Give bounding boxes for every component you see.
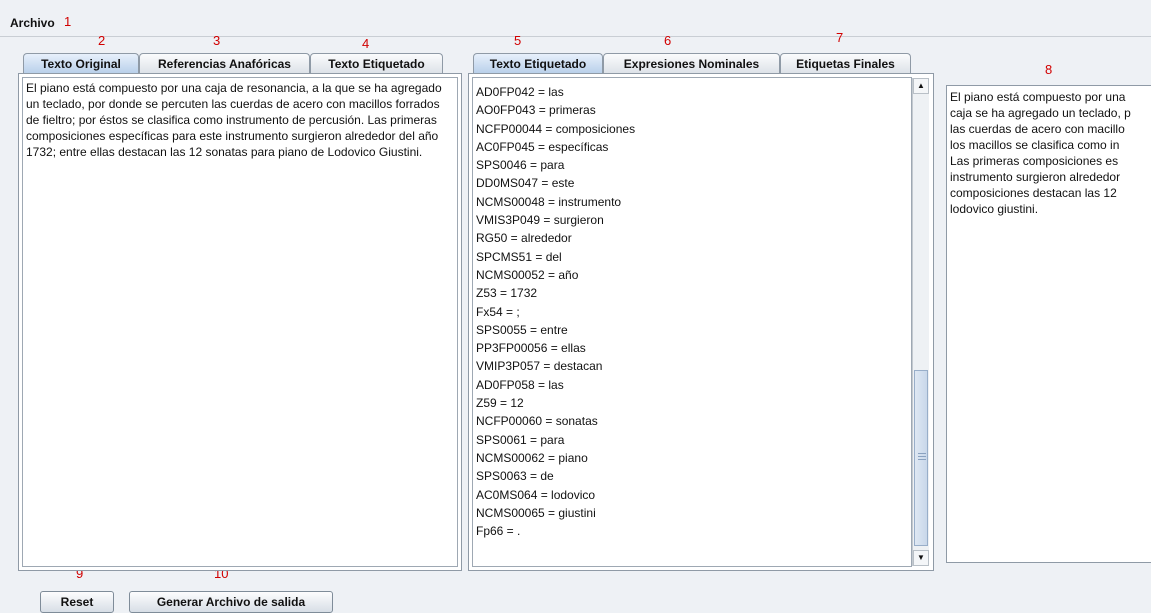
tagged-line: AC0MS064 = lodovico <box>476 487 596 502</box>
tagged-line: NCMS00062 = piano <box>476 450 588 465</box>
tagged-line: AO0FP043 = primeras <box>476 103 596 118</box>
marker-7: 7 <box>836 30 844 45</box>
reset-button[interactable]: Reset <box>40 591 114 613</box>
grip-icon <box>918 453 926 462</box>
tagged-line: Fp66 = . <box>476 524 521 539</box>
marker-2: 2 <box>98 33 106 48</box>
tab-etiquetas-finales[interactable]: Etiquetas Finales <box>780 53 911 73</box>
marker-4: 4 <box>362 36 370 51</box>
tagged-line: NCMS00048 = instrumento <box>476 194 622 209</box>
marker-3: 3 <box>213 33 221 48</box>
tagged-list-scrollbar[interactable]: ▲ ▼ <box>912 78 929 566</box>
tagged-line: DD0MS047 = este <box>476 176 575 191</box>
tagged-line: SPS0061 = para <box>476 432 565 447</box>
tagged-line: Fx54 = ; <box>476 304 520 319</box>
tab-referencias-anaforicas[interactable]: Referencias Anafóricas <box>139 53 310 73</box>
output-line: instrumento surgieron alrededor <box>950 170 1121 184</box>
output-text-area[interactable]: El piano está compuesto por una caja se h… <box>946 85 1151 563</box>
tagged-line: SPCMS51 = del <box>476 249 562 264</box>
scroll-down-arrow-icon[interactable]: ▼ <box>913 550 929 566</box>
output-line: composiciones destacan las 12 <box>950 186 1117 200</box>
tagged-text-panel: AD0FP042 = las AO0FP043 = primeras NCFP000… <box>468 73 934 571</box>
tagged-line: SPS0055 = entre <box>476 322 568 337</box>
menu-bar: Archivo <box>0 0 1151 37</box>
tagged-line: VMIP3P057 = destacan <box>476 359 603 374</box>
tagged-line: NCFP00060 = sonatas <box>476 414 598 429</box>
scroll-thumb[interactable] <box>914 370 928 546</box>
output-line: caja se ha agregado un teclado, p <box>950 106 1131 120</box>
scroll-up-arrow-icon[interactable]: ▲ <box>913 78 929 94</box>
tab-texto-original[interactable]: Texto Original <box>23 53 139 73</box>
output-line: El piano está compuesto por una <box>950 90 1126 104</box>
tagged-text-list[interactable]: AD0FP042 = las AO0FP043 = primeras NCFP000… <box>472 77 912 567</box>
tagged-line: NCMS00052 = año <box>476 267 579 282</box>
tagged-line: AC0FP045 = específicas <box>476 139 609 154</box>
output-line: Las primeras composiciones es <box>950 154 1119 168</box>
tab-expresiones-nominales[interactable]: Expresiones Nominales <box>603 53 780 73</box>
tagged-line: Z59 = 12 <box>476 396 524 411</box>
tagged-line: NCMS00065 = giustini <box>476 505 596 520</box>
original-text-panel: El piano está compuesto por una caja de … <box>18 73 462 571</box>
tagged-line: RG50 = alrededor <box>476 231 572 246</box>
marker-1: 1 <box>64 14 72 29</box>
original-text-area[interactable]: El piano está compuesto por una caja de … <box>22 77 458 567</box>
tagged-line: SPS0063 = de <box>476 469 554 484</box>
tab-texto-etiquetado[interactable]: Texto Etiquetado <box>473 53 603 73</box>
tagged-line: AD0FP058 = las <box>476 377 564 392</box>
tab-texto-etiquetado-left[interactable]: Texto Etiquetado <box>310 53 443 73</box>
output-line: las cuerdas de acero con macillo <box>950 122 1125 136</box>
tagged-line: SPS0046 = para <box>476 158 565 173</box>
output-line: los macillos se clasifica como in <box>950 138 1120 152</box>
output-line: lodovico giustini. <box>950 202 1039 216</box>
generar-archivo-button[interactable]: Generar Archivo de salida <box>129 591 333 613</box>
tagged-line: Z53 = 1732 <box>476 286 538 301</box>
tagged-line: AD0FP042 = las <box>476 85 564 99</box>
marker-8: 8 <box>1045 62 1053 77</box>
tagged-line: NCFP00044 = composiciones <box>476 121 636 136</box>
marker-6: 6 <box>664 33 672 48</box>
original-text: El piano está compuesto por una caja de … <box>26 81 442 159</box>
menu-archivo[interactable]: Archivo <box>10 16 55 30</box>
tagged-line: VMIS3P049 = surgieron <box>476 213 604 228</box>
tagged-line: PP3FP00056 = ellas <box>476 341 586 356</box>
marker-5: 5 <box>514 33 522 48</box>
